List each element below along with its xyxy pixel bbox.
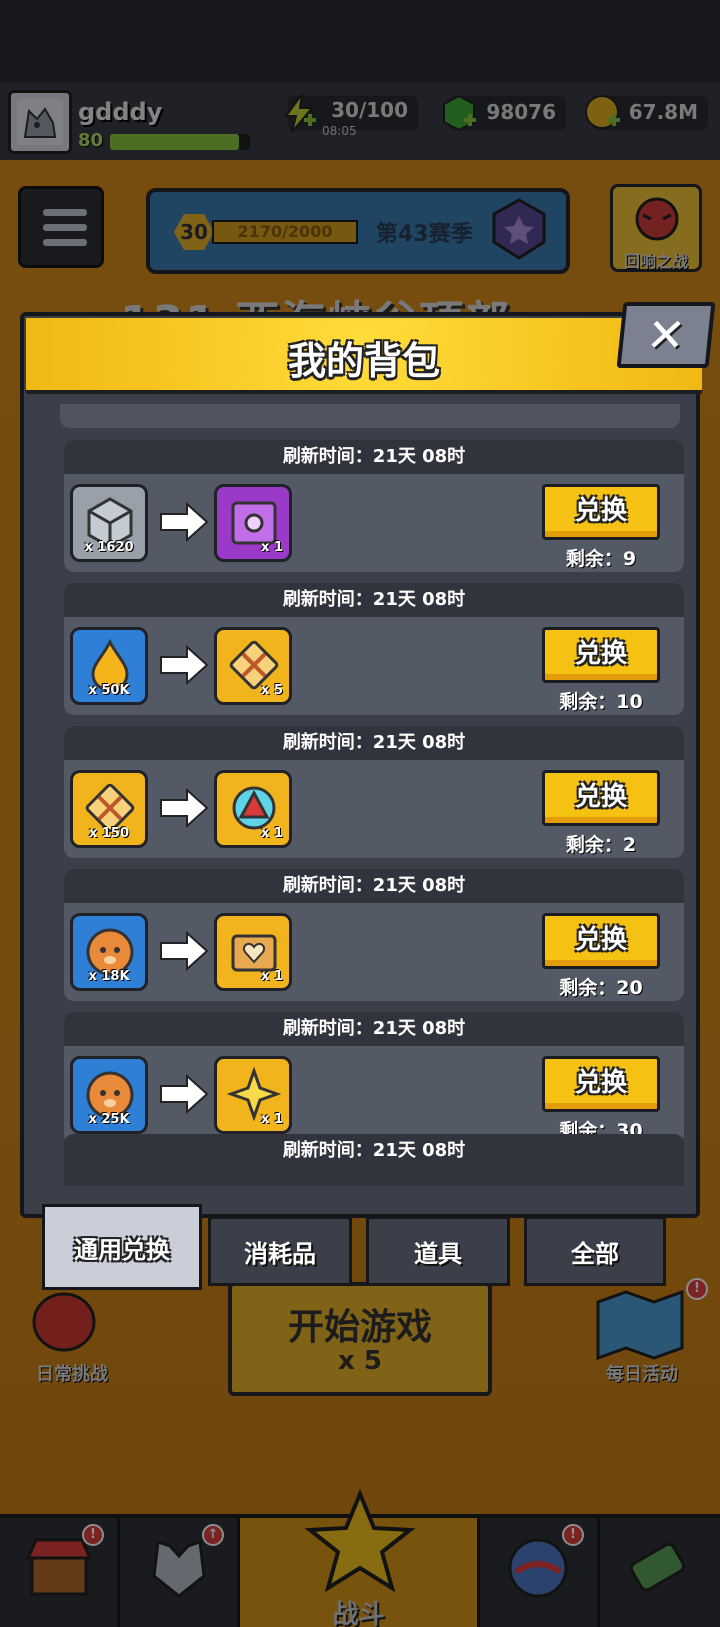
close-button[interactable]: ✕ (616, 302, 716, 368)
tab-items[interactable]: 道具 (366, 1216, 510, 1286)
arrow-right-icon (160, 788, 209, 828)
arrow-right-icon (160, 1074, 209, 1114)
to-item[interactable]: x 5 (214, 627, 292, 705)
from-item[interactable]: x 150 (70, 770, 148, 848)
exchange-button-label: 兑换 (574, 782, 627, 812)
exchange-button[interactable]: 兑换 (542, 913, 660, 969)
from-item[interactable]: x 18K (70, 913, 148, 991)
tab-label: 通用兑换 (74, 1235, 170, 1264)
refresh-time: 刷新时间：21天 08时 (64, 726, 684, 760)
list-item-peek: 刷新时间：21天 08时 (64, 1134, 684, 1186)
from-item[interactable]: x 1620 (70, 484, 148, 562)
to-count: x 1 (261, 826, 283, 841)
modal-title: 我的背包 (287, 339, 440, 383)
from-count: x 50K (88, 683, 130, 698)
refresh-time: 刷新时间：21天 08时 (64, 869, 684, 903)
exchange-list[interactable]: 刷新时间：21天 08时 x 1620 x 1 兑换 剩余：9 刷新时间：21天… (40, 404, 684, 1186)
list-item: 刷新时间：21天 08时 x 25K x 1 兑换 剩余：30 (64, 1012, 684, 1144)
exchange-button[interactable]: 兑换 (542, 1056, 660, 1112)
to-count: x 5 (261, 683, 283, 698)
close-icon: ✕ (643, 308, 689, 362)
list-item: 刷新时间：21天 08时 x 150 x 1 兑换 剩余：2 (64, 726, 684, 858)
to-item[interactable]: x 1 (214, 484, 292, 562)
to-item[interactable]: x 1 (214, 913, 292, 991)
arrow-right-icon (160, 645, 209, 685)
exchange-button-label: 兑换 (574, 1068, 627, 1098)
inventory-modal: 我的背包 刷新时间：21天 08时 x 1620 x 1 兑换 剩余：9 刷新时… (20, 312, 702, 1218)
exchange-button-label: 兑换 (574, 496, 627, 526)
tab-label: 全部 (571, 1239, 619, 1268)
from-item[interactable]: x 50K (70, 627, 148, 705)
arrow-right-icon (160, 502, 209, 542)
remaining-count: 剩余：2 (565, 834, 637, 856)
tab-general-exchange[interactable]: 通用兑换 (42, 1204, 202, 1290)
to-count: x 1 (261, 1112, 283, 1127)
from-count: x 150 (88, 826, 130, 841)
tab-label: 消耗品 (244, 1239, 316, 1268)
list-item-peek (60, 404, 680, 428)
modal-header: 我的背包 (26, 318, 702, 394)
to-item[interactable]: x 1 (214, 1056, 292, 1134)
refresh-time: 刷新时间：21天 08时 (282, 1140, 466, 1161)
list-item: 刷新时间：21天 08时 x 50K x 5 兑换 剩余：10 (64, 583, 684, 715)
to-count: x 1 (261, 969, 283, 984)
to-item[interactable]: x 1 (214, 770, 292, 848)
from-count: x 25K (88, 1112, 130, 1127)
inventory-tabs: 通用兑换 消耗品 道具 全部 (20, 1204, 700, 1290)
from-count: x 1620 (84, 540, 134, 555)
exchange-button[interactable]: 兑换 (542, 627, 660, 683)
status-bar (0, 0, 720, 82)
remaining-count: 剩余：20 (559, 977, 643, 999)
from-count: x 18K (88, 969, 130, 984)
to-count: x 1 (261, 540, 283, 555)
remaining-count: 剩余：10 (559, 691, 643, 713)
list-item: 刷新时间：21天 08时 x 1620 x 1 兑换 剩余：9 (64, 440, 684, 572)
tab-label: 道具 (414, 1239, 462, 1268)
exchange-button-label: 兑换 (574, 925, 627, 955)
exchange-button[interactable]: 兑换 (542, 770, 660, 826)
refresh-time: 刷新时间：21天 08时 (64, 1012, 684, 1046)
exchange-button-label: 兑换 (574, 639, 627, 669)
tab-consumables[interactable]: 消耗品 (208, 1216, 352, 1286)
tab-all[interactable]: 全部 (524, 1216, 666, 1286)
refresh-time: 刷新时间：21天 08时 (64, 440, 684, 474)
arrow-right-icon (160, 931, 209, 971)
list-item: 刷新时间：21天 08时 x 18K x 1 兑换 剩余：20 (64, 869, 684, 1001)
refresh-time: 刷新时间：21天 08时 (64, 583, 684, 617)
remaining-count: 剩余：9 (565, 548, 637, 570)
exchange-button[interactable]: 兑换 (542, 484, 660, 540)
from-item[interactable]: x 25K (70, 1056, 148, 1134)
